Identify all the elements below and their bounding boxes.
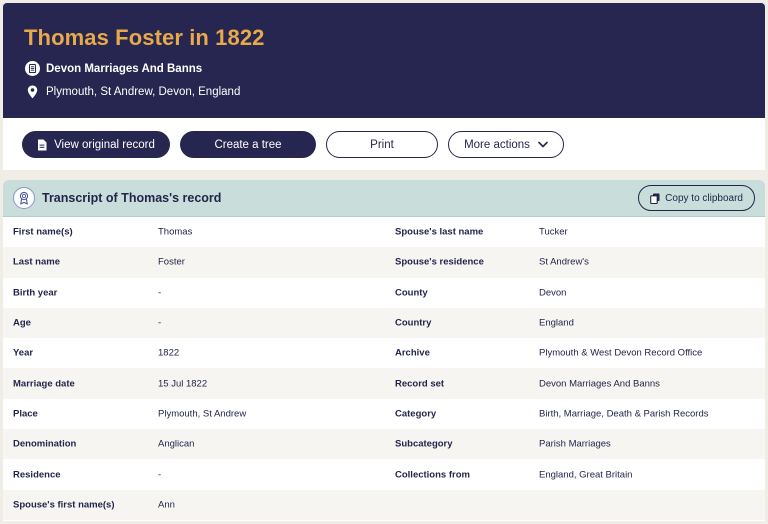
field-value: 1822: [158, 347, 180, 359]
field-value: Foster: [158, 256, 185, 268]
table-row: Marriage date 15 Jul 1822 Record set Dev…: [3, 368, 765, 399]
field-value: England, Great Britain: [539, 469, 633, 481]
location-text: Plymouth, St Andrew, Devon, England: [46, 85, 241, 98]
table-row: Last name Foster Spouse's residence St A…: [3, 247, 765, 278]
print-button[interactable]: Print: [326, 131, 438, 158]
field-label: Age: [13, 317, 31, 329]
field-label: Archive: [395, 347, 430, 359]
table-row: Place Plymouth, St Andrew Category Birth…: [3, 399, 765, 429]
field-label: Place: [13, 408, 38, 420]
collection-name: Devon Marriages And Banns: [46, 62, 203, 75]
map-pin-icon: [25, 84, 40, 99]
view-original-record-button[interactable]: View original record: [22, 131, 170, 158]
field-value: Devon Marriages And Banns: [539, 378, 660, 390]
chevron-down-icon: [538, 141, 548, 148]
field-label: Last name: [13, 256, 60, 268]
field-label: Country: [395, 317, 432, 329]
view-original-record-label: View original record: [54, 138, 155, 151]
table-row: Denomination Anglican Subcategory Parish…: [3, 429, 765, 460]
copy-to-clipboard-button[interactable]: Copy to clipboard: [638, 185, 755, 211]
field-label: Spouse's residence: [395, 256, 484, 268]
table-row: Spouse's first name(s) Ann: [3, 489, 765, 520]
field-value: Tucker: [539, 226, 568, 238]
document-icon: [25, 61, 40, 76]
create-tree-label: Create a tree: [214, 138, 282, 151]
table-row: Residence - Collections from England, Gr…: [3, 459, 765, 489]
field-value: Plymouth, St Andrew: [158, 408, 247, 420]
field-label: First name(s): [13, 226, 73, 238]
location-row: Plymouth, St Andrew, Devon, England: [25, 84, 240, 99]
field-label: Residence: [13, 469, 61, 481]
record-badge-icon: [13, 187, 35, 209]
field-value: -: [158, 317, 162, 329]
transcript-table: First name(s) Thomas Spouse's last name …: [3, 217, 765, 520]
field-label: Denomination: [13, 438, 77, 450]
field-label: Year: [13, 347, 34, 359]
create-tree-button[interactable]: Create a tree: [180, 131, 316, 158]
field-value: Ann: [158, 499, 175, 511]
field-label: Collections from: [395, 469, 470, 481]
print-label: Print: [370, 138, 394, 151]
table-row: Age - Country England: [3, 307, 765, 339]
field-label: Category: [395, 408, 437, 420]
field-value: Plymouth & West Devon Record Office: [539, 347, 703, 359]
transcript-header: Transcript of Thomas's record Copy to cl…: [3, 180, 765, 217]
transcript-panel: Transcript of Thomas's record Copy to cl…: [3, 180, 765, 521]
action-bar: View original record Create a tree Print…: [3, 118, 765, 170]
copy-icon: [650, 193, 660, 204]
transcript-title: Transcript of Thomas's record: [42, 191, 222, 205]
file-icon: [37, 139, 47, 151]
field-value: Anglican: [158, 438, 195, 450]
copy-to-clipboard-label: Copy to clipboard: [665, 192, 743, 204]
record-header: Thomas Foster in 1822 Devon Marriages An…: [3, 3, 765, 118]
field-label: County: [395, 287, 428, 299]
field-label: Birth year: [13, 287, 58, 299]
field-value: -: [158, 287, 162, 299]
field-label: Record set: [395, 378, 445, 390]
field-value: 15 Jul 1822: [158, 378, 208, 390]
field-label: Spouse's first name(s): [13, 499, 115, 511]
field-label: Spouse's last name: [395, 226, 484, 238]
table-row: Birth year - County Devon: [3, 278, 765, 308]
field-value: Birth, Marriage, Death & Parish Records: [539, 408, 709, 420]
field-value: St Andrew's: [539, 256, 589, 268]
field-value: Thomas: [158, 226, 193, 238]
field-label: Subcategory: [395, 438, 453, 450]
table-row: First name(s) Thomas Spouse's last name …: [3, 217, 765, 247]
page-title: Thomas Foster in 1822: [24, 25, 265, 50]
field-label: Marriage date: [13, 378, 75, 390]
field-value: Devon: [539, 287, 567, 299]
field-value: -: [158, 469, 162, 481]
collection-row: Devon Marriages And Banns: [25, 61, 202, 76]
table-row: Year 1822 Archive Plymouth & West Devon …: [3, 338, 765, 368]
field-value: Parish Marriages: [539, 438, 611, 450]
more-actions-button[interactable]: More actions: [448, 131, 564, 158]
field-value: England: [539, 317, 574, 329]
more-actions-label: More actions: [464, 138, 530, 151]
